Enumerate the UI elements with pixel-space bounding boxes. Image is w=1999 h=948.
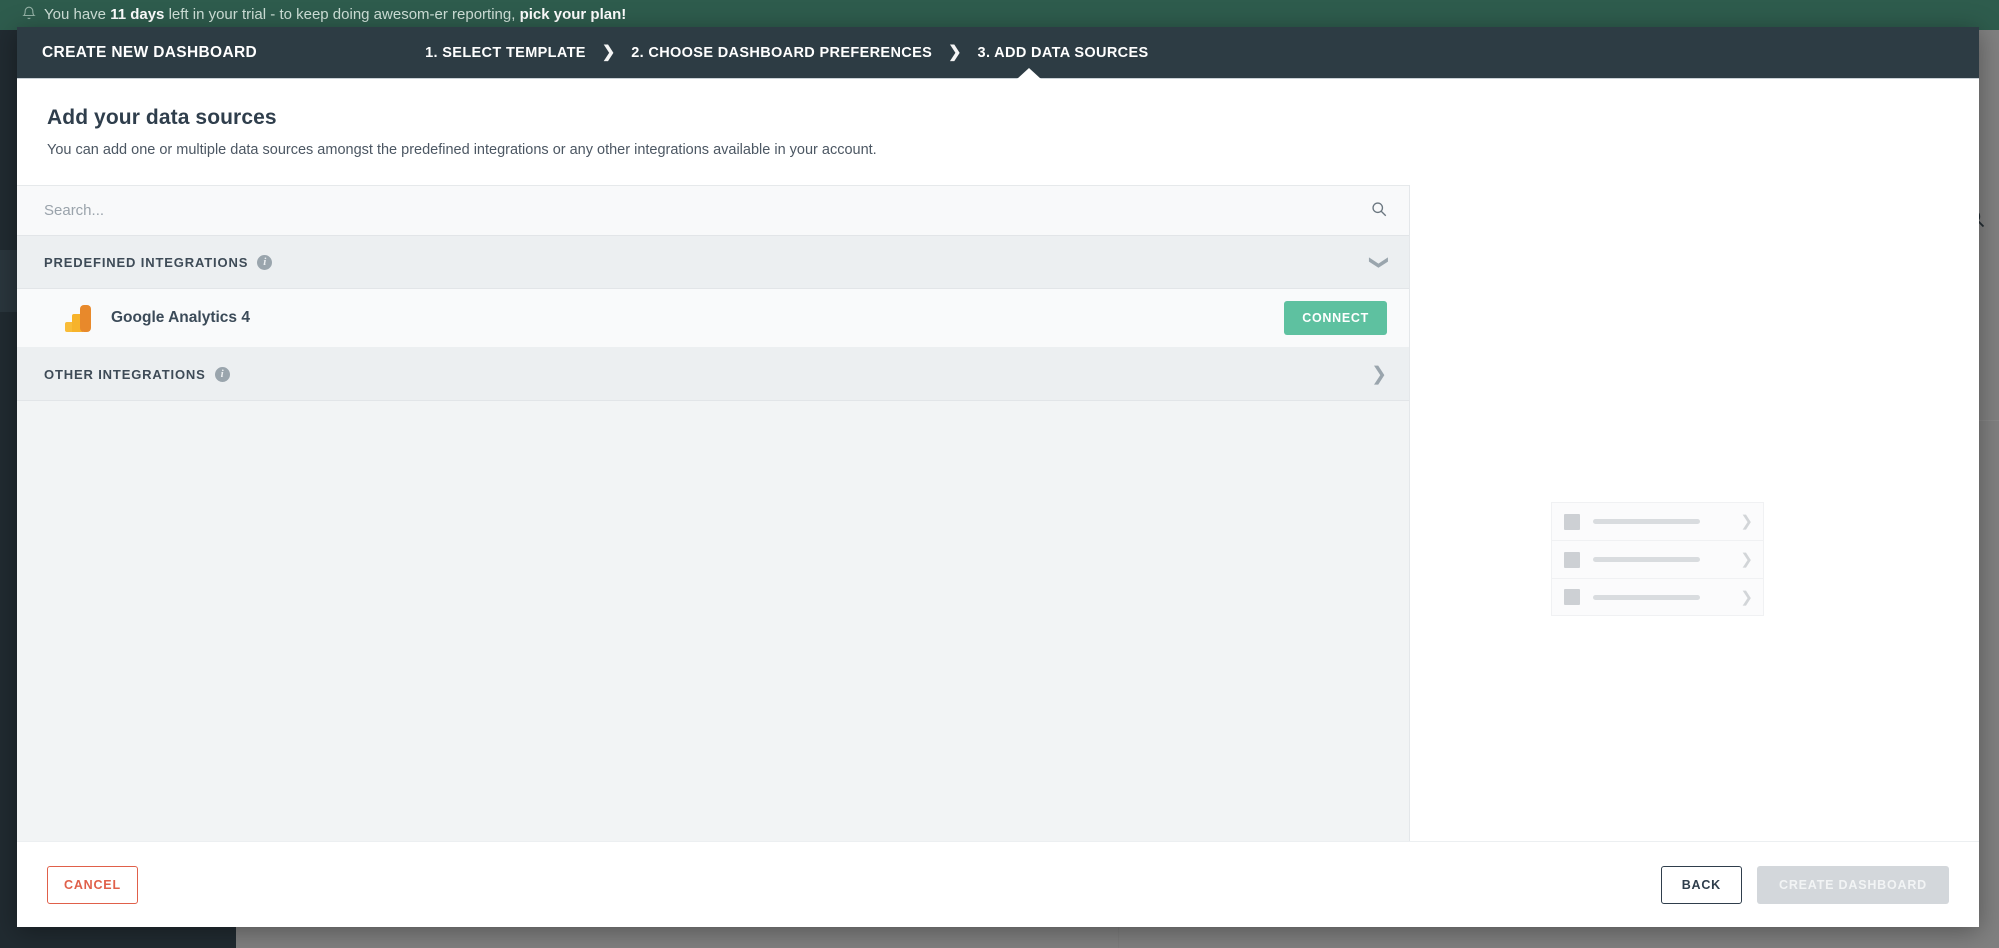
create-dashboard-button: CREATE DASHBOARD [1757,865,1949,904]
chevron-down-icon[interactable]: ❯ [1369,254,1390,270]
skeleton-thumbnail [1564,513,1580,530]
chevron-right-icon[interactable]: ❯ [1371,365,1387,384]
google-analytics-icon [65,304,92,332]
section-label: PREDEFINED INTEGRATIONS [44,254,249,270]
cancel-button[interactable]: CANCEL [47,865,138,904]
chevron-right-icon: ❯ [601,43,616,61]
chevron-right-icon: ❯ [1740,513,1753,530]
trial-banner-days: 11 days [110,6,165,23]
modal-body: PREDEFINED INTEGRATIONS i ❯ Google Analy… [17,185,1979,841]
create-dashboard-modal: CREATE NEW DASHBOARD 1. SELECT TEMPLATE … [17,27,1979,927]
trial-banner-cta-link[interactable]: pick your plan! [520,6,627,23]
page-title: Add your data sources [47,106,277,129]
preview-pane: ❯ ❯ ❯ [1410,185,1979,841]
preview-skeleton: ❯ ❯ ❯ [1551,502,1764,616]
skeleton-row: ❯ [1551,502,1764,540]
skeleton-text-bar [1593,594,1700,600]
chevron-right-icon: ❯ [1740,551,1753,568]
wizard-steps: 1. SELECT TEMPLATE ❯ 2. CHOOSE DASHBOARD… [425,43,1149,61]
trial-banner: You have 11 days left in your trial - to… [0,0,1999,30]
trial-banner-prefix: You have [44,6,111,23]
modal-intro: Add your data sources You can add one or… [17,79,1979,158]
modal-footer: CANCEL BACK CREATE DASHBOARD [17,841,1979,927]
skeleton-row: ❯ [1551,540,1764,578]
integrations-pane: PREDEFINED INTEGRATIONS i ❯ Google Analy… [17,185,1410,841]
search-icon[interactable] [1361,201,1387,220]
integrations-list-empty-area [17,401,1409,841]
skeleton-text-bar [1593,519,1700,524]
bell-icon [22,2,36,30]
skeleton-thumbnail [1564,551,1580,568]
skeleton-text-bar [1593,557,1700,562]
search-bar [17,185,1409,236]
info-icon[interactable]: i [257,254,273,270]
section-header-other-integrations[interactable]: OTHER INTEGRATIONS i ❯ [17,348,1409,401]
info-icon[interactable]: i [214,366,230,382]
trial-banner-middle: left in your trial - to keep doing aweso… [164,6,520,23]
modal-title: CREATE NEW DASHBOARD [42,43,258,61]
search-input[interactable] [44,202,1361,219]
wizard-step-1[interactable]: 1. SELECT TEMPLATE [425,45,586,61]
skeleton-thumbnail [1564,589,1580,605]
chevron-right-icon: ❯ [1740,588,1753,606]
skeleton-row: ❯ [1551,578,1764,616]
wizard-step-3[interactable]: 3. ADD DATA SOURCES [978,45,1149,61]
integration-name: Google Analytics 4 [111,309,250,326]
integration-row[interactable]: Google Analytics 4 CONNECT [17,289,1409,348]
page-description: You can add one or multiple data sources… [47,142,877,158]
chevron-right-icon: ❯ [948,43,962,61]
section-header-predefined-integrations[interactable]: PREDEFINED INTEGRATIONS i ❯ [17,236,1409,289]
active-step-caret [1017,68,1041,79]
wizard-step-2[interactable]: 2. CHOOSE DASHBOARD PREFERENCES [631,45,932,61]
modal-header: CREATE NEW DASHBOARD 1. SELECT TEMPLATE … [17,27,1979,79]
section-label: OTHER INTEGRATIONS [44,366,206,382]
connect-button[interactable]: CONNECT [1284,301,1387,335]
back-button[interactable]: BACK [1660,865,1742,904]
